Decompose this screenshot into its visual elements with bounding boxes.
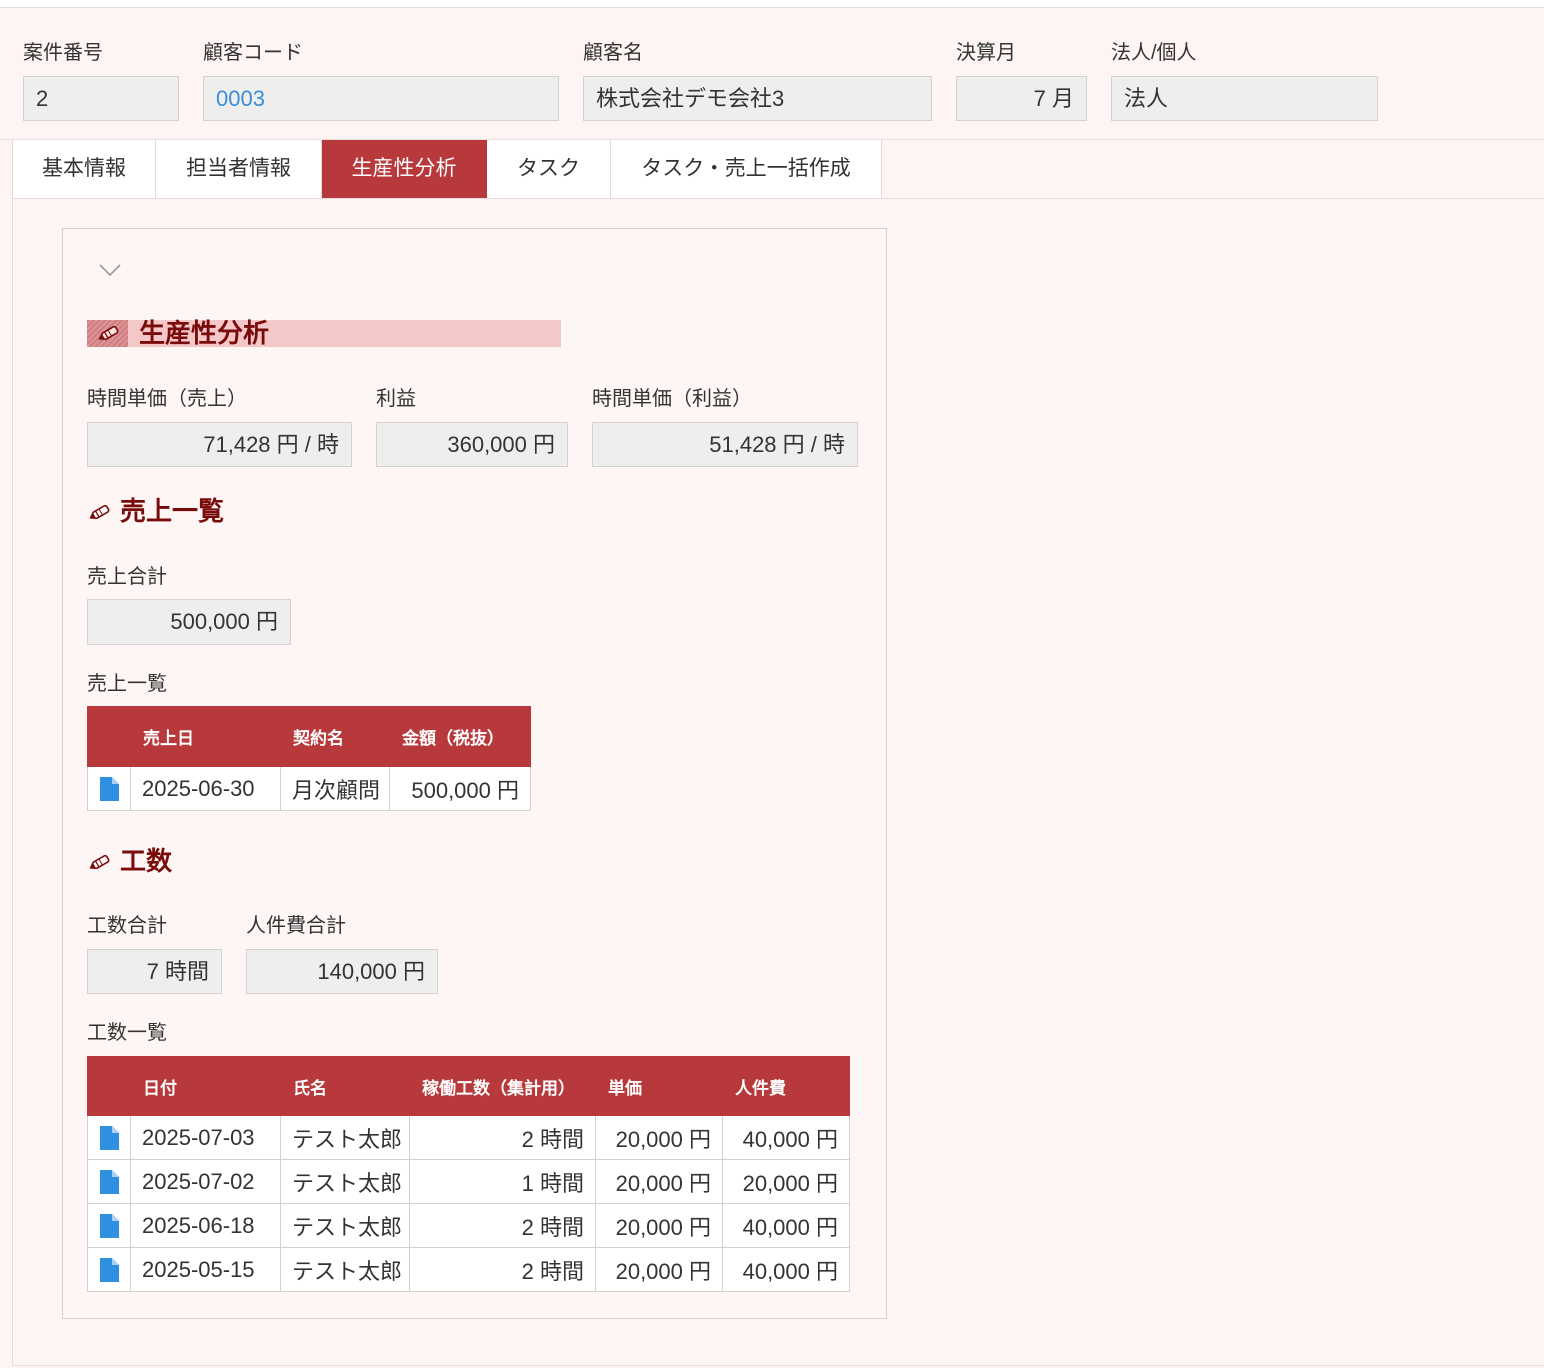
table-header-row: 売上日 契約名 金額（税抜） — [87, 706, 531, 767]
contract-cell: 月次顧問 — [280, 766, 390, 811]
case-number-field: 案件番号 2 — [23, 41, 179, 121]
pencil-icon — [89, 504, 110, 520]
name-cell: テスト太郎 — [280, 1203, 410, 1248]
sale-date-cell: 2025-06-30 — [130, 766, 281, 811]
name-cell: テスト太郎 — [280, 1247, 410, 1292]
tab-productivity-analysis[interactable]: 生産性分析 — [322, 140, 487, 198]
unit-price-cell: 20,000 円 — [595, 1115, 723, 1160]
labor-cost-cell: 40,000 円 — [722, 1115, 850, 1160]
customer-code-label: 顧客コード — [203, 42, 303, 64]
tab-basic-info[interactable]: 基本情報 — [13, 140, 156, 198]
productivity-panel: 生産性分析 時間単価（売上） 利益 時間単価（利益） 71,428 円 / 時 … — [62, 228, 887, 1319]
top-bar — [0, 0, 1544, 8]
tab-contact-info[interactable]: 担当者情報 — [156, 140, 322, 198]
date-cell: 2025-07-02 — [130, 1159, 281, 1204]
tab-bulk-create[interactable]: タスク・売上一括作成 — [611, 140, 882, 198]
column-header-sale-date: 売上日 — [130, 706, 281, 767]
column-header-labor-cost: 人件費 — [722, 1056, 850, 1116]
customer-code-link[interactable]: 0003 — [216, 86, 265, 111]
sales-table: 売上日 契約名 金額（税抜） 2025-06-30 月次顧問 500,000 円 — [87, 706, 531, 811]
date-cell: 2025-07-03 — [130, 1115, 281, 1160]
document-icon[interactable] — [87, 1203, 131, 1248]
unit-price-cell: 20,000 円 — [595, 1159, 723, 1204]
hours-list-label: 工数一覧 — [87, 1022, 167, 1044]
customer-code-field: 顧客コード 0003 — [203, 41, 559, 121]
column-header-work-hours: 稼働工数（集計用） — [409, 1056, 596, 1116]
icon-column-header — [87, 706, 131, 767]
chevron-down-icon[interactable] — [99, 263, 121, 277]
entity-type-label: 法人/個人 — [1111, 42, 1197, 64]
work-hours-cell: 1 時間 — [409, 1159, 596, 1204]
customer-name-label: 顧客名 — [583, 42, 643, 64]
document-icon[interactable] — [87, 1115, 131, 1160]
entity-type-value: 法人 — [1111, 76, 1378, 121]
total-hours-value: 7 時間 — [87, 949, 222, 994]
amount-cell: 500,000 円 — [389, 766, 531, 811]
date-cell: 2025-05-15 — [130, 1247, 281, 1292]
table-header-row: 日付 氏名 稼働工数（集計用） 単価 人件費 — [87, 1056, 850, 1116]
column-header-unit-price: 単価 — [595, 1056, 723, 1116]
column-header-contract: 契約名 — [280, 706, 390, 767]
fiscal-month-value: 7 月 — [956, 76, 1087, 121]
table-row: 2025-06-18 テスト太郎 2 時間 20,000 円 40,000 円 — [87, 1203, 850, 1248]
productivity-title: 生産性分析 — [139, 318, 270, 348]
labor-cost-total-value: 140,000 円 — [246, 949, 438, 994]
labor-cost-total-label: 人件費合計 — [246, 915, 346, 937]
column-header-amount: 金額（税抜） — [389, 706, 531, 767]
name-cell: テスト太郎 — [280, 1115, 410, 1160]
case-number-label: 案件番号 — [23, 42, 103, 64]
date-cell: 2025-06-18 — [130, 1203, 281, 1248]
hourly-sales-label: 時間単価（売上） — [87, 388, 247, 410]
fiscal-month-label: 決算月 — [956, 42, 1016, 64]
work-hours-cell: 2 時間 — [409, 1115, 596, 1160]
customer-name-field: 顧客名 株式会社デモ会社3 — [583, 41, 932, 121]
tab-tasks[interactable]: タスク — [487, 140, 611, 198]
document-icon[interactable] — [87, 766, 131, 811]
profit-label: 利益 — [376, 388, 416, 410]
unit-price-cell: 20,000 円 — [595, 1247, 723, 1292]
icon-column-header — [87, 1056, 131, 1116]
pencil-icon — [87, 320, 128, 347]
pencil-icon — [89, 854, 110, 870]
hourly-profit-label: 時間単価（利益） — [592, 388, 752, 410]
entity-type-field: 法人/個人 法人 — [1111, 41, 1378, 121]
sales-title: 売上一覧 — [120, 496, 225, 526]
document-icon[interactable] — [87, 1159, 131, 1204]
work-hours-cell: 2 時間 — [409, 1247, 596, 1292]
sales-list-label: 売上一覧 — [87, 673, 167, 695]
total-hours-label: 工数合計 — [87, 915, 167, 937]
productivity-heading: 生産性分析 — [87, 320, 561, 347]
customer-code-box: 0003 — [203, 76, 559, 121]
name-cell: テスト太郎 — [280, 1159, 410, 1204]
case-number-value: 2 — [23, 76, 179, 121]
sales-total-label: 売上合計 — [87, 566, 167, 588]
hours-title: 工数 — [120, 846, 173, 876]
work-hours-cell: 2 時間 — [409, 1203, 596, 1248]
labor-cost-cell: 20,000 円 — [722, 1159, 850, 1204]
profit-value: 360,000 円 — [376, 422, 568, 467]
labor-cost-cell: 40,000 円 — [722, 1247, 850, 1292]
labor-cost-cell: 40,000 円 — [722, 1203, 850, 1248]
hours-table: 日付 氏名 稼働工数（集計用） 単価 人件費 2025-07-03 テスト太郎 … — [87, 1056, 850, 1292]
hourly-profit-value: 51,428 円 / 時 — [592, 422, 858, 467]
customer-name-value: 株式会社デモ会社3 — [583, 76, 932, 121]
fiscal-month-field: 決算月 7 月 — [956, 41, 1087, 121]
column-header-date: 日付 — [130, 1056, 281, 1116]
column-header-name: 氏名 — [280, 1056, 410, 1116]
tab-bar: 基本情報 担当者情報 生産性分析 タスク タスク・売上一括作成 — [12, 140, 882, 198]
unit-price-cell: 20,000 円 — [595, 1203, 723, 1248]
table-row: 2025-07-02 テスト太郎 1 時間 20,000 円 20,000 円 — [87, 1159, 850, 1204]
table-row: 2025-07-03 テスト太郎 2 時間 20,000 円 40,000 円 — [87, 1115, 850, 1160]
table-row: 2025-06-30 月次顧問 500,000 円 — [87, 766, 531, 811]
hourly-sales-value: 71,428 円 / 時 — [87, 422, 352, 467]
document-icon[interactable] — [87, 1247, 131, 1292]
table-row: 2025-05-15 テスト太郎 2 時間 20,000 円 40,000 円 — [87, 1247, 850, 1292]
sales-total-value: 500,000 円 — [87, 599, 291, 645]
